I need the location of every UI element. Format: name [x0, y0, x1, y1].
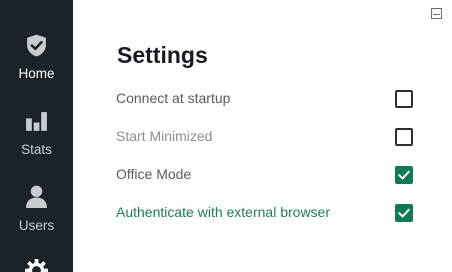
page-title: Settings [117, 42, 208, 68]
setting-row-connect-at-startup: Connect at startup [73, 84, 452, 114]
setting-label: Connect at startup [116, 90, 231, 106]
check-icon [398, 208, 410, 218]
shield-check-icon [27, 34, 46, 57]
start-minimized-checkbox[interactable] [395, 128, 413, 146]
office-mode-checkbox[interactable] [395, 166, 413, 184]
sidebar: Home Stats Users [0, 0, 73, 272]
sidebar-item-settings[interactable] [0, 250, 73, 272]
external-browser-auth-checkbox[interactable] [395, 204, 413, 222]
user-icon [26, 185, 47, 208]
setting-row-external-browser-auth: Authenticate with external browser [73, 198, 452, 228]
setting-row-office-mode: Office Mode [73, 160, 452, 190]
connect-at-startup-checkbox[interactable] [395, 90, 413, 108]
setting-label: Authenticate with external browser [116, 204, 330, 220]
bar-chart-icon [26, 112, 47, 131]
sidebar-item-stats[interactable]: Stats [0, 95, 73, 170]
check-icon [398, 170, 410, 180]
minimize-icon[interactable] [431, 8, 442, 19]
setting-label: Start Minimized [116, 128, 213, 144]
sidebar-item-label: Home [18, 66, 55, 81]
sidebar-item-home[interactable]: Home [0, 0, 73, 90]
setting-row-start-minimized: Start Minimized [73, 122, 452, 152]
sidebar-item-label: Stats [21, 142, 52, 157]
gear-icon [25, 259, 48, 272]
sidebar-item-users[interactable]: Users [0, 172, 73, 247]
settings-panel: Settings Connect at startup Start Minimi… [73, 0, 452, 272]
app-window: Home Stats Users Settings Connect at sta… [0, 0, 452, 272]
setting-label: Office Mode [116, 166, 192, 182]
sidebar-item-label: Users [18, 218, 55, 233]
